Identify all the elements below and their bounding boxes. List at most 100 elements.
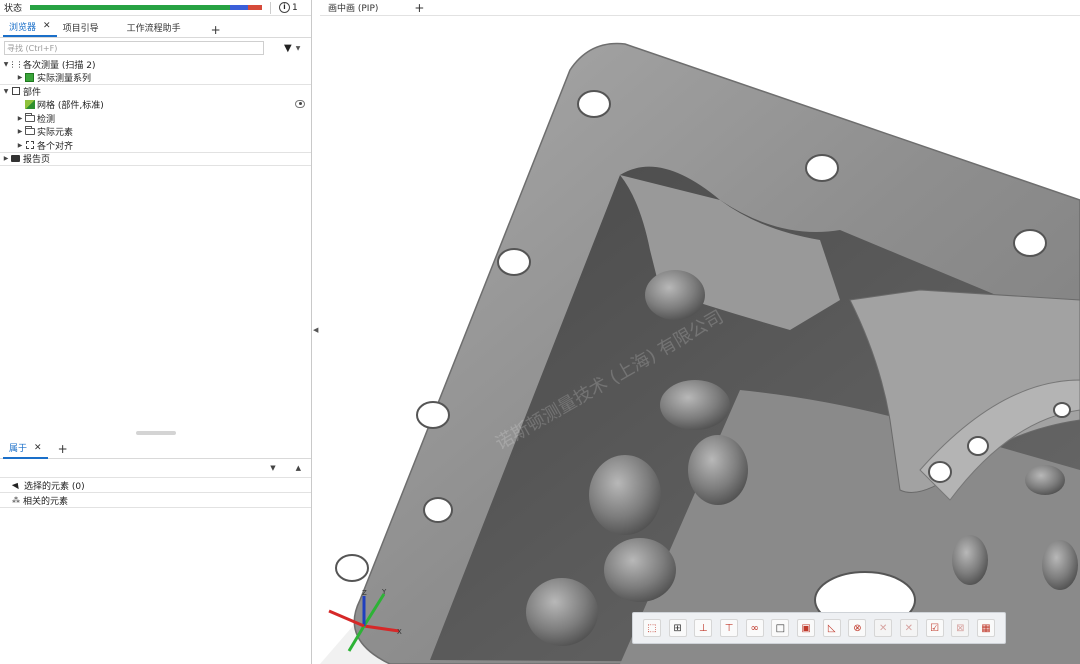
progress-segment-red [248, 5, 262, 10]
add-tab-button[interactable]: + [201, 23, 231, 37]
scan-series-icon: ⋮⋮ [8, 59, 24, 69]
tree-item-label: 检测 [37, 114, 56, 125]
box-icon[interactable]: ▣ [797, 619, 816, 637]
status-divider [270, 1, 271, 14]
info-count: 1 [292, 2, 298, 13]
info-icon: i [279, 2, 290, 13]
close-icon[interactable]: ✕ [34, 443, 42, 453]
folder-icon [24, 126, 35, 137]
folder-icon [24, 112, 35, 123]
properties-tabbar: 属于 ✕ + [0, 439, 311, 459]
tab-workflow-assistant[interactable]: 工作流程助手 [121, 17, 187, 37]
properties-toolbar: ▼ ▲ [0, 459, 311, 478]
tab-workflow-assistant-label: 工作流程助手 [126, 23, 181, 34]
status-bar: 状态 i 1 [0, 0, 311, 16]
part-scan-model[interactable]: 诺斯顿测量技术 (上海) 有限公司 [320, 0, 1080, 664]
disabled-icon[interactable]: ⊠ [951, 619, 970, 637]
axis-triad-icon: X Y Z [328, 588, 402, 652]
tab-browser-label: 浏览器 [9, 22, 37, 33]
tab-project-guide[interactable]: 项目引导 [57, 17, 105, 37]
link-icon[interactable]: ∞ [745, 619, 764, 637]
tree-item-label: 各个对齐 [37, 141, 74, 152]
add-view-button[interactable]: + [404, 1, 434, 15]
tree-item-label: 报告页 [23, 155, 51, 166]
tree-item-actual-elements[interactable]: ▶ 实际元素 [0, 126, 311, 140]
status-label: 状态 [4, 4, 23, 14]
check-icon[interactable]: ☑ [925, 619, 944, 637]
add-tab-button[interactable]: + [48, 442, 78, 456]
progress-segment-green [30, 5, 230, 10]
tree-item-label: 实际元素 [37, 128, 74, 139]
related-elements-row[interactable]: ⁂ 相关的元素 [0, 493, 311, 508]
chain-icon[interactable]: ⊗ [848, 619, 867, 637]
alignment-icon [24, 140, 35, 150]
alignment-box-icon [25, 141, 34, 150]
collapse-arrow-icon[interactable]: ▶ [2, 155, 10, 162]
filter-icon[interactable]: ▼ [284, 43, 292, 54]
cursor-icon [11, 480, 22, 490]
axis-y-label: Y [381, 588, 387, 596]
search-row: ▼ ▼ [0, 40, 311, 56]
collapse-panel-icon[interactable]: ◀ [313, 326, 318, 334]
tab-browser[interactable]: 浏览器 ✕ [3, 17, 57, 37]
report-icon[interactable]: ▦ [976, 619, 995, 637]
axis-z-label: Z [362, 589, 367, 597]
tab-properties[interactable]: 属于 ✕ [3, 439, 48, 459]
fit-view-icon[interactable]: ⊞ [668, 619, 687, 637]
selected-elements-label: 选择的元素 (0) [24, 481, 85, 492]
frame-icon[interactable]: □ [771, 619, 790, 637]
camera-shape-icon [11, 155, 20, 163]
tree-item-alignments[interactable]: ▶ 各个对齐 [0, 139, 311, 153]
tree-item-mesh[interactable]: 网格 (部件,标准) [0, 99, 311, 113]
tree-item-label: 网格 (部件,标准) [37, 101, 104, 112]
collapse-arrow-icon[interactable]: ▶ [16, 74, 24, 81]
tab-pip[interactable]: 画中画 (PIP) [320, 1, 386, 14]
view-toolbar: ⬚ ⊞ ⊥ ⊤ ∞ □ ▣ ◺ ⊗ ✕ ✕ ☑ ⊠ ▦ [632, 612, 1006, 644]
status-progress-bar [30, 5, 262, 10]
viewport-tabbar: 画中画 (PIP) + [320, 0, 1080, 16]
expand-all-icon[interactable]: ▼ [270, 464, 275, 472]
progress-segment-blue [230, 5, 248, 10]
close-icon[interactable]: ✕ [43, 21, 51, 31]
select-region-icon[interactable]: ⬚ [642, 619, 661, 637]
tree-item-parts[interactable]: ▼ 部件 [0, 85, 311, 99]
chevron-down-icon[interactable]: ▼ [296, 45, 301, 52]
folder-shape-icon [24, 112, 35, 122]
browser-tree: ▼ ⋮⋮ 各次测量 (扫描 2) ▶ 实际测量系列 ▼ 部件 网格 (部件,标准… [0, 58, 311, 166]
tab-project-guide-label: 项目引导 [62, 23, 99, 34]
collapse-arrow-icon[interactable]: ▶ [16, 115, 24, 122]
tree-item-report-pages[interactable]: ▶ 报告页 [0, 153, 311, 166]
search-input[interactable] [4, 41, 264, 55]
collapse-arrow-icon[interactable]: ▶ [16, 128, 24, 135]
tree-item-inspection[interactable]: ▶ 检测 [0, 112, 311, 126]
related-elements-label: 相关的元素 [23, 496, 69, 507]
disabled-icon[interactable]: ✕ [899, 619, 918, 637]
axis-x-label: X [397, 628, 402, 636]
related-elements-icon: ⁂ [12, 495, 20, 505]
browser-tabbar: 浏览器 ✕ 项目引导 工作流程助手 + [0, 16, 311, 38]
info-indicator[interactable]: i 1 [279, 2, 298, 13]
series-icon [24, 73, 35, 83]
tree-item-label: 各次测量 (扫描 2) [23, 60, 96, 71]
cut-plane-icon[interactable]: ⊤ [719, 619, 738, 637]
3d-viewport[interactable]: 画中画 (PIP) + 诺斯顿测量技术 (上海) 有限公司 X Y Z ⬚ ⊞ … [320, 0, 1080, 664]
selected-elements-row[interactable]: 选择的元素 (0) [0, 478, 311, 493]
green-series-icon [25, 73, 34, 83]
disabled-icon[interactable]: ✕ [874, 619, 893, 637]
section-icon[interactable]: ⊥ [694, 619, 713, 637]
collapse-all-icon[interactable]: ▲ [296, 464, 301, 472]
collapse-arrow-icon[interactable]: ▶ [16, 142, 24, 149]
part-icon [10, 86, 21, 96]
triangle-icon[interactable]: ◺ [822, 619, 841, 637]
tree-item-label: 部件 [23, 87, 42, 98]
tree-item-measurement-series[interactable]: ▼ ⋮⋮ 各次测量 (扫描 2) [0, 58, 311, 72]
mesh-shape-icon [24, 100, 35, 110]
expand-arrow-icon[interactable]: ▼ [2, 88, 10, 95]
tree-item-label: 实际测量系列 [37, 74, 92, 85]
tree-item-actual-series[interactable]: ▶ 实际测量系列 [0, 72, 311, 85]
camera-icon [10, 154, 21, 164]
mesh-icon [24, 100, 35, 110]
eye-icon[interactable] [295, 99, 305, 108]
panel-splitter-handle[interactable] [136, 431, 176, 435]
folder-shape-icon [24, 126, 35, 136]
